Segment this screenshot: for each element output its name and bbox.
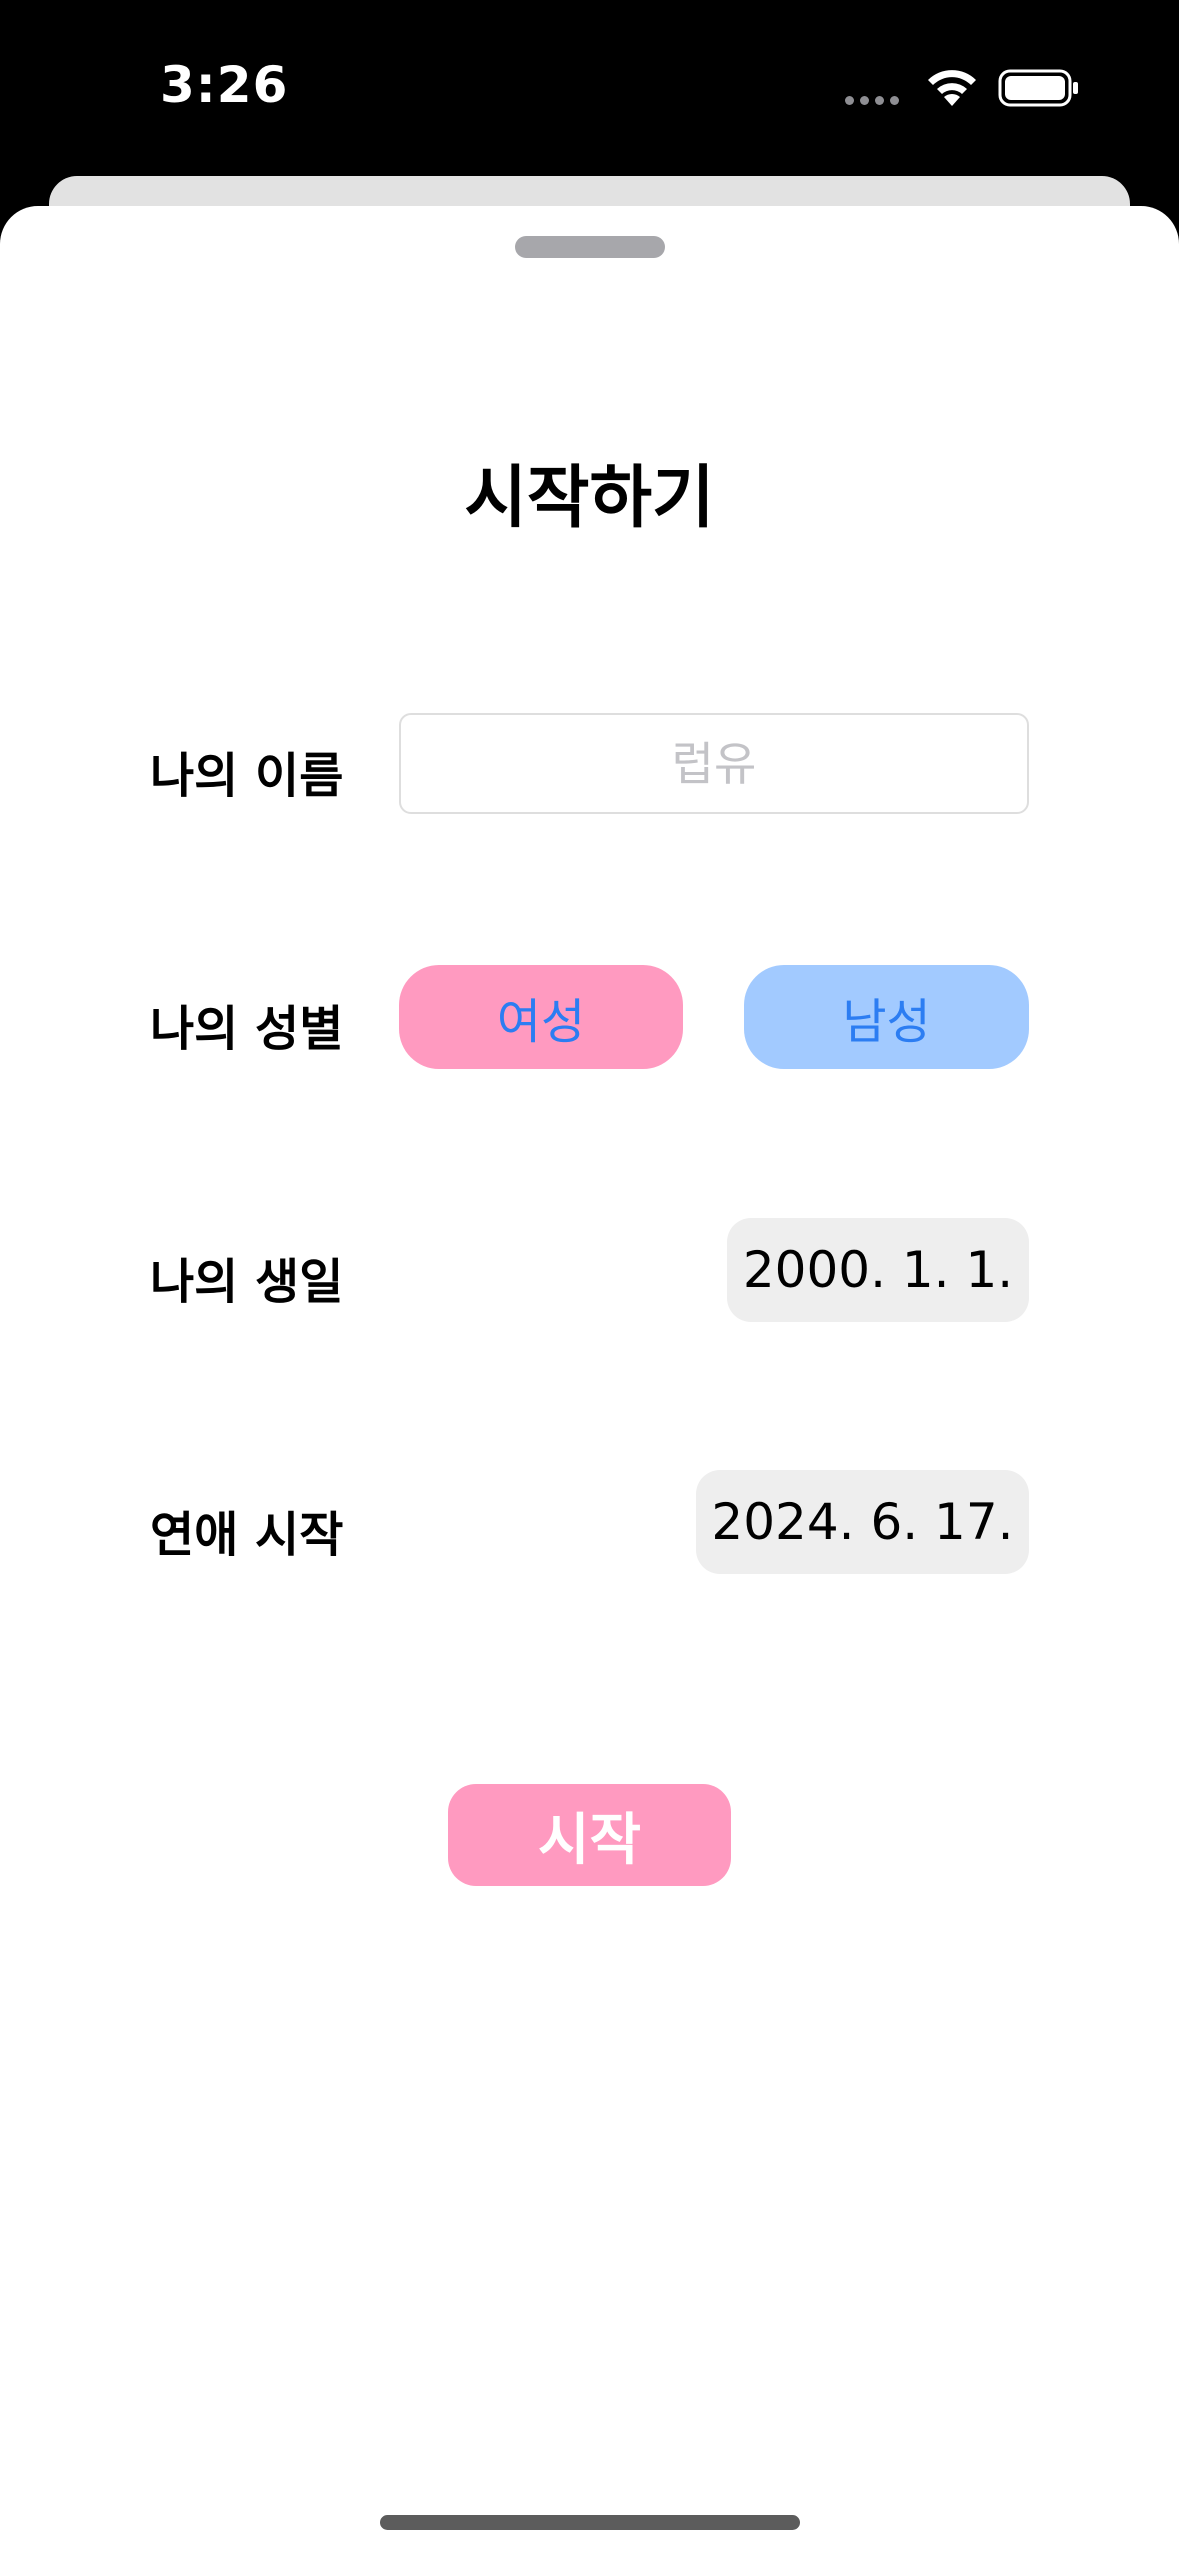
birthday-date-value: 2000. 1. 1. xyxy=(742,1241,1014,1299)
anniversary-date-picker[interactable]: 2024. 6. 17. xyxy=(696,1470,1029,1574)
battery-icon xyxy=(998,69,1078,107)
start-button-label: 시작 xyxy=(537,1807,642,1873)
signal-dots-icon xyxy=(845,96,899,105)
birthday-date-picker[interactable]: 2000. 1. 1. xyxy=(727,1218,1029,1322)
screen: 3:26 시작하기 나의 이름 나의 성별 여성 남성 나의 생일 2000. … xyxy=(0,0,1179,2556)
male-button[interactable]: 남성 xyxy=(744,965,1029,1069)
home-indicator[interactable] xyxy=(380,2515,800,2530)
anniversary-date-value: 2024. 6. 17. xyxy=(711,1493,1014,1551)
gender-label: 나의 성별 xyxy=(150,1001,344,1057)
anniversary-label: 연애 시작 xyxy=(150,1507,344,1563)
start-button[interactable]: 시작 xyxy=(448,1784,731,1886)
status-time: 3:26 xyxy=(160,56,289,114)
name-label: 나의 이름 xyxy=(150,748,344,804)
birthday-label: 나의 생일 xyxy=(150,1254,344,1310)
sheet-grabber[interactable] xyxy=(515,236,665,258)
male-button-label: 남성 xyxy=(842,994,931,1050)
name-input[interactable] xyxy=(399,713,1029,814)
female-button[interactable]: 여성 xyxy=(399,965,683,1069)
start-sheet: 시작하기 나의 이름 나의 성별 여성 남성 나의 생일 2000. 1. 1.… xyxy=(0,206,1179,2556)
wifi-icon xyxy=(928,70,976,106)
page-title: 시작하기 xyxy=(464,459,715,538)
female-button-label: 여성 xyxy=(496,994,586,1050)
